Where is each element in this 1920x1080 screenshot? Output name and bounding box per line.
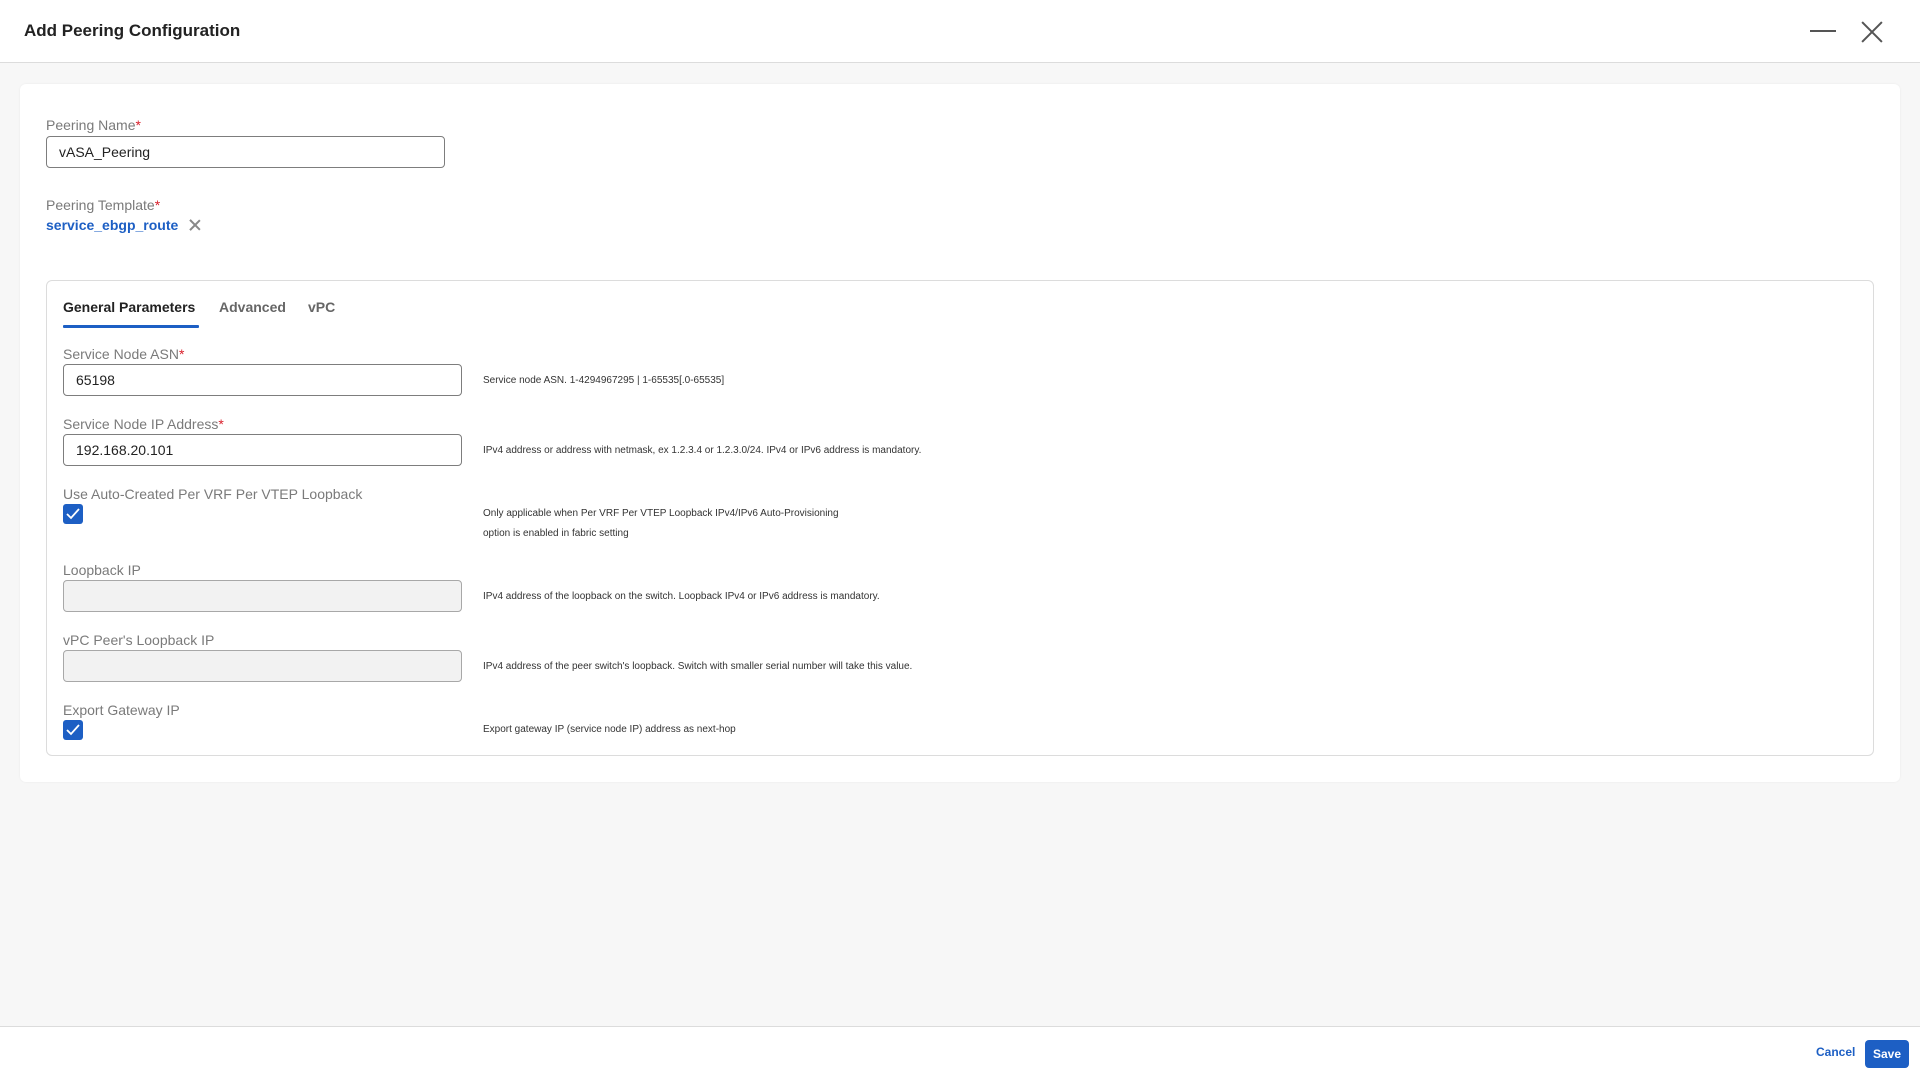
loopback-ip-input[interactable]: [63, 580, 462, 612]
vpc-peer-loopback-ip-input[interactable]: [63, 650, 462, 682]
active-tab-indicator: [63, 325, 199, 328]
dialog-title: Add Peering Configuration: [24, 21, 241, 40]
vpc-peer-loopback-ip-hint: IPv4 address of the peer switch's loopba…: [483, 661, 913, 672]
check-icon: [66, 508, 80, 520]
peering-template-label: Peering Template*: [46, 197, 161, 213]
dialog-header: Add Peering Configuration: [0, 0, 1920, 63]
vpc-peer-loopback-ip-label: vPC Peer's Loopback IP: [63, 632, 215, 648]
service-node-ip-input[interactable]: [63, 434, 462, 466]
tab-advanced[interactable]: Advanced: [219, 299, 286, 315]
auto-loopback-hint-line2: option is enabled in fabric setting: [483, 528, 629, 539]
peering-name-label: Peering Name*: [46, 117, 141, 133]
service-node-asn-hint: Service node ASN. 1-4294967295 | 1-65535…: [483, 375, 725, 386]
cancel-button[interactable]: Cancel: [1816, 1045, 1855, 1059]
peering-name-input[interactable]: [46, 136, 445, 168]
auto-loopback-hint-line1: Only applicable when Per VRF Per VTEP Lo…: [483, 508, 839, 519]
export-gateway-ip-checkbox[interactable]: [63, 720, 83, 740]
parameters-panel: [46, 280, 1874, 756]
remove-x-icon[interactable]: [188, 218, 202, 232]
export-gateway-ip-hint: Export gateway IP (service node IP) addr…: [483, 724, 736, 735]
dialog-footer: [0, 1026, 1920, 1080]
save-button[interactable]: Save: [1865, 1040, 1909, 1068]
check-icon: [66, 724, 80, 736]
service-node-ip-hint: IPv4 address or address with netmask, ex…: [483, 445, 922, 456]
service-node-asn-label: Service Node ASN*: [63, 346, 185, 362]
auto-loopback-label: Use Auto-Created Per VRF Per VTEP Loopba…: [63, 486, 363, 502]
loopback-ip-hint: IPv4 address of the loopback on the swit…: [483, 591, 880, 602]
auto-loopback-checkbox[interactable]: [63, 504, 83, 524]
minimize-icon[interactable]: [1810, 30, 1836, 32]
tab-general-parameters[interactable]: General Parameters: [63, 299, 195, 315]
loopback-ip-label: Loopback IP: [63, 562, 141, 578]
close-icon[interactable]: [1858, 18, 1886, 46]
service-node-asn-input[interactable]: [63, 364, 462, 396]
peering-template-link[interactable]: service_ebgp_route: [46, 217, 178, 233]
export-gateway-ip-label: Export Gateway IP: [63, 702, 180, 718]
tab-vpc[interactable]: vPC: [308, 299, 335, 315]
service-node-ip-label: Service Node IP Address*: [63, 416, 224, 432]
